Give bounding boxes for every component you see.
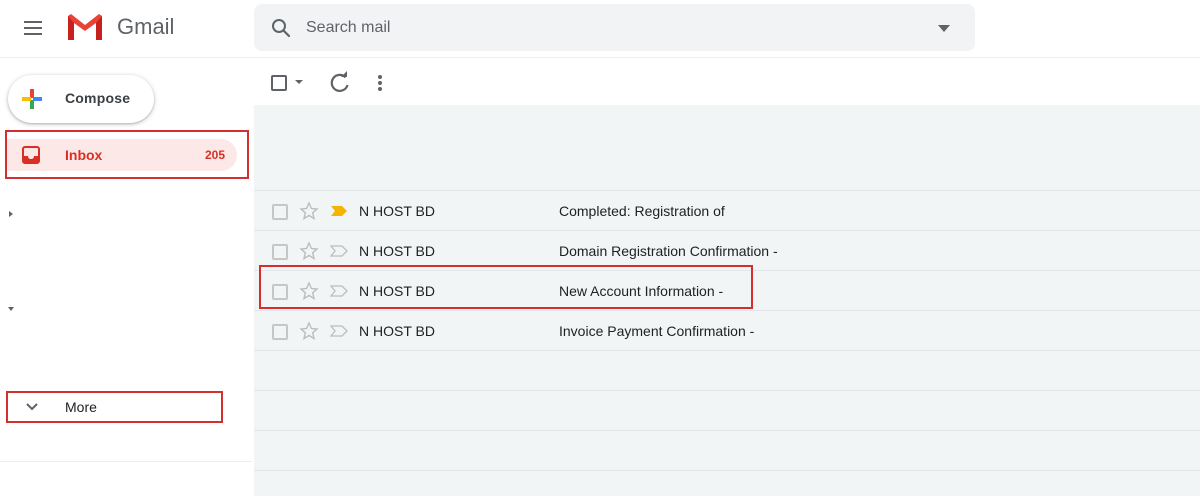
search-button[interactable] (268, 15, 294, 41)
importance-marker-icon[interactable] (330, 285, 348, 297)
row-subject: New Account Information - (559, 283, 724, 299)
gmail-app: Gmail Compose (0, 0, 1200, 496)
search-input[interactable] (306, 12, 906, 44)
row-checkbox[interactable] (272, 324, 288, 340)
row-checkbox[interactable] (272, 204, 288, 220)
row-subject: Domain Registration Confirmation - (559, 243, 778, 259)
table-row[interactable]: N HOST BD Completed: Registration of (254, 191, 1200, 231)
highlight-box-inbox (5, 130, 249, 179)
row-checkbox[interactable] (272, 284, 288, 300)
sidebar: Compose Inbox 205 More (0, 58, 252, 496)
row-sender: N HOST BD (359, 243, 435, 259)
search-options-button[interactable] (932, 16, 956, 40)
list-divider (254, 430, 1200, 431)
star-icon[interactable] (299, 281, 319, 301)
compose-button[interactable]: Compose (8, 75, 154, 123)
row-checkbox[interactable] (272, 244, 288, 260)
select-all-checkbox[interactable] (271, 75, 287, 91)
star-icon[interactable] (299, 241, 319, 261)
row-sender: N HOST BD (359, 283, 435, 299)
compose-label: Compose (65, 90, 131, 106)
row-sender: N HOST BD (359, 203, 435, 219)
top-bar: Gmail (0, 0, 1200, 58)
importance-marker-icon[interactable] (330, 205, 348, 217)
hamburger-menu-icon (24, 21, 42, 35)
table-row[interactable]: N HOST BD Domain Registration Confirmati… (254, 231, 1200, 271)
search-bar (254, 4, 975, 51)
star-icon[interactable] (299, 201, 319, 221)
caret-right-icon[interactable] (6, 208, 16, 220)
message-list: N HOST BD Completed: Registration of N H… (254, 105, 1200, 496)
table-row[interactable]: N HOST BD Invoice Payment Confirmation - (254, 311, 1200, 351)
list-toolbar (254, 58, 1200, 105)
table-row[interactable]: N HOST BD New Account Information - (254, 271, 1200, 311)
list-divider (254, 350, 1200, 351)
more-vert-icon[interactable] (368, 71, 392, 95)
caret-down-icon[interactable] (5, 304, 17, 314)
gmail-logo[interactable] (66, 12, 104, 42)
importance-marker-icon[interactable] (330, 245, 348, 257)
highlight-box-more (6, 391, 223, 423)
star-icon[interactable] (299, 321, 319, 341)
main-menu-button[interactable] (12, 7, 54, 49)
list-divider (254, 470, 1200, 471)
search-icon (272, 19, 291, 38)
importance-marker-icon[interactable] (330, 325, 348, 337)
row-subject: Completed: Registration of (559, 203, 725, 219)
caret-down-icon[interactable] (294, 78, 304, 86)
caret-down-icon (938, 24, 950, 32)
sidebar-divider (0, 461, 252, 462)
plus-icon (22, 89, 42, 109)
row-subject: Invoice Payment Confirmation - (559, 323, 755, 339)
refresh-icon[interactable] (328, 71, 352, 95)
brand-name: Gmail (117, 14, 175, 39)
row-sender: N HOST BD (359, 323, 435, 339)
list-divider (254, 390, 1200, 391)
